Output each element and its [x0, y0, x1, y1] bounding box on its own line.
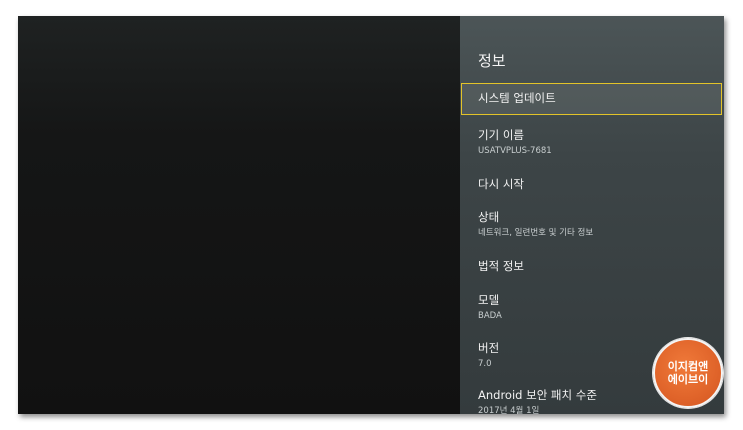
menu-item-title: 시스템 업데이트 [478, 91, 556, 105]
menu-item-system-update[interactable]: 시스템 업데이트 [461, 83, 722, 115]
menu-item-model[interactable]: 모델 BADA [460, 293, 724, 322]
panel-title: 정보 [478, 52, 506, 70]
menu-item-legal-info[interactable]: 법적 정보 [460, 259, 724, 273]
menu-item-status[interactable]: 상태 네트워크, 일련번호 및 기타 정보 [460, 210, 724, 239]
menu-item-subtitle: USATVPLUS-7681 [478, 146, 552, 156]
watermark-line1: 이지컴앤 [667, 360, 709, 373]
watermark-line2: 에이브이 [667, 373, 709, 386]
menu-item-subtitle: 네트워크, 일련번호 및 기타 정보 [478, 228, 594, 238]
tv-screen: 정보 시스템 업데이트 기기 이름 USATVPLUS-7681 다시 시작 상… [18, 16, 724, 414]
content-preview-area [18, 16, 460, 414]
menu-item-device-name[interactable]: 기기 이름 USATVPLUS-7681 [460, 128, 724, 157]
watermark-logo: 이지컴앤 에이브이 [653, 338, 723, 408]
menu-item-subtitle: BADA [478, 311, 502, 321]
menu-item-title: 다시 시작 [478, 177, 524, 191]
menu-item-title: 법적 정보 [478, 259, 524, 273]
menu-item-title: 기기 이름 [478, 128, 524, 142]
menu-item-restart[interactable]: 다시 시작 [460, 177, 724, 191]
menu-item-title: 상태 [478, 210, 500, 224]
menu-item-title: 모델 [478, 293, 500, 307]
